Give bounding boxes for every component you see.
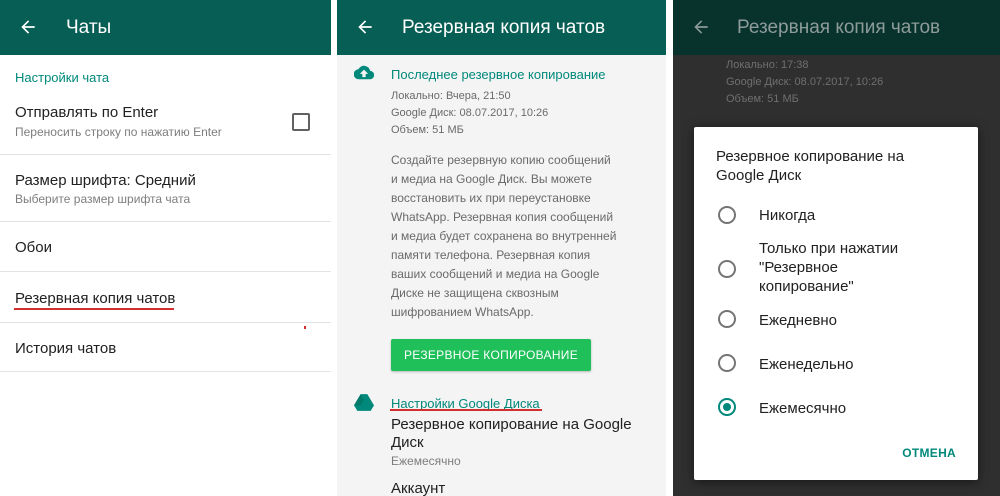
setting-label: Диск xyxy=(391,434,424,451)
cloud-upload-icon xyxy=(353,65,375,86)
option-label: копирование" xyxy=(759,278,854,295)
section-header-chat-settings: Настройки чата xyxy=(15,70,110,85)
highlight-underline xyxy=(390,409,542,411)
description-line: ваших сообщений и медиа на Google xyxy=(391,267,600,281)
setting-label: Резервная копия чатов xyxy=(15,290,176,307)
back-arrow-icon[interactable] xyxy=(351,13,379,41)
page-title: Резервная копия чатов xyxy=(402,17,606,38)
description-line: WhatsApp. Резервная копия сообщений xyxy=(391,210,614,224)
description-line: памяти телефона. Резервная копия xyxy=(391,248,591,262)
setting-label: Резервное копирование на Google xyxy=(391,416,632,433)
option-manual[interactable]: Только при нажатии "Резервное копировани… xyxy=(694,239,978,299)
separator xyxy=(666,0,673,496)
setting-chat-backup[interactable]: Резервная копия чатов xyxy=(0,272,331,322)
option-label: Только при нажатии xyxy=(759,240,899,257)
divider xyxy=(0,371,331,372)
description-line: и медиа будет сохранена во внутренней xyxy=(391,229,617,243)
last-backup-header: Последнее резервное копирование xyxy=(391,67,606,82)
option-never[interactable]: Никогда xyxy=(694,203,978,227)
toolbar: Резервная копия чатов xyxy=(337,0,666,55)
back-arrow-icon[interactable] xyxy=(687,13,715,41)
option-monthly[interactable]: Ежемесячно xyxy=(694,397,978,421)
option-label: "Резервное xyxy=(759,259,839,276)
backup-gdrive-time: Google Диск: 08.07.2017, 10:26 xyxy=(391,107,549,119)
dialog-title: Резервное копирование на Google Диск xyxy=(716,148,905,184)
setting-send-by-enter[interactable]: Отправлять по Enter Переносить строку по… xyxy=(0,88,331,154)
setting-label: Размер шрифта: Средний xyxy=(15,172,196,189)
backup-local-time: Локально: 17:38 xyxy=(726,59,809,71)
backup-local-time: Локально: Вчера, 21:50 xyxy=(391,90,511,102)
option-label: Ежемесячно xyxy=(759,400,847,417)
backup-frequency-dialog-screen: Резервная копия чатов Локально: 17:38 Go… xyxy=(673,0,1000,496)
option-weekly[interactable]: Еженедельно xyxy=(694,353,978,377)
setting-font-size[interactable]: Размер шрифта: Средний Выберите размер ш… xyxy=(0,155,331,221)
backup-gdrive-time: Google Диск: 08.07.2017, 10:26 xyxy=(726,76,884,88)
option-daily[interactable]: Ежедневно xyxy=(694,309,978,333)
radio-button[interactable] xyxy=(718,310,736,328)
backup-button[interactable]: РЕЗЕРВНОЕ КОПИРОВАНИЕ xyxy=(391,339,591,371)
description-line: Создайте резервную копию сообщений xyxy=(391,153,611,167)
setting-label: Отправлять по Enter xyxy=(15,104,159,121)
toolbar: Чаты xyxy=(0,0,331,55)
option-label: Никогда xyxy=(759,207,816,224)
google-drive-icon xyxy=(354,394,374,416)
chat-backup-screen: Резервная копия чатов Последнее резервно… xyxy=(337,0,666,496)
radio-button[interactable] xyxy=(718,260,736,278)
page-title: Резервная копия чатов xyxy=(737,17,941,38)
description-line: и медиа на Google Диск. Вы можете xyxy=(391,172,592,186)
setting-label: Обои xyxy=(15,239,52,256)
backup-description: Создайте резервную копию сообщений и мед… xyxy=(391,151,651,322)
setting-description: Переносить строку по нажатию Enter xyxy=(15,125,222,139)
radio-button-selected[interactable] xyxy=(718,398,736,416)
send-by-enter-checkbox[interactable] xyxy=(292,113,310,131)
radio-button[interactable] xyxy=(718,206,736,224)
backup-frequency-dialog: Резервное копирование на Google Диск Ник… xyxy=(694,127,978,480)
option-label: Ежедневно xyxy=(759,312,838,329)
highlight-underline xyxy=(14,308,174,310)
toolbar: Резервная копия чатов xyxy=(673,0,1000,55)
setting-chat-history[interactable]: История чатов xyxy=(0,323,331,371)
option-label: Еженедельно xyxy=(759,356,854,373)
setting-value: Ежемесячно xyxy=(391,454,461,468)
radio-button[interactable] xyxy=(718,354,736,372)
cancel-button[interactable]: ОТМЕНА xyxy=(902,446,956,460)
setting-description: Выберите размер шрифта чата xyxy=(15,192,191,206)
chats-settings-screen: Чаты Настройки чата Отправлять по Enter … xyxy=(0,0,331,496)
description-line: шифрованием WhatsApp. xyxy=(391,305,534,319)
setting-wallpaper[interactable]: Обои xyxy=(0,222,331,270)
setting-account[interactable]: Аккаунт xyxy=(391,480,445,496)
back-arrow-icon[interactable] xyxy=(14,13,42,41)
description-line: Диске не защищена сквозным xyxy=(391,286,559,300)
description-line: восстановить их при переустановке xyxy=(391,191,591,205)
backup-size: Объем: 51 МБ xyxy=(391,124,464,136)
setting-label: История чатов xyxy=(15,340,117,357)
page-title: Чаты xyxy=(66,17,112,38)
backup-size: Объем: 51 МБ xyxy=(726,93,799,105)
